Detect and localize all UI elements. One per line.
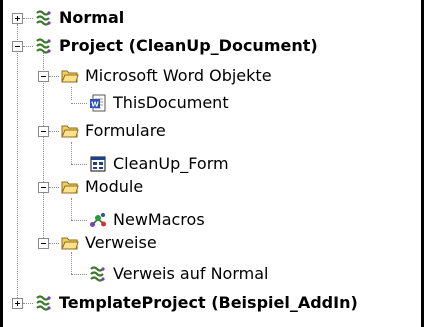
collapse-icon[interactable] <box>12 41 23 52</box>
tree-node-template-project[interactable]: TemplateProject (Beispiel_AddIn) <box>35 291 360 315</box>
word-document-icon: W <box>90 94 106 112</box>
reference-icon <box>90 266 105 282</box>
tree-node-label: Verweis auf Normal <box>113 264 269 283</box>
tree-folder-formulare[interactable]: Formulare <box>61 119 168 143</box>
tree-line <box>23 303 33 304</box>
tree-item-cleanup-form[interactable]: CleanUp_Form <box>89 152 231 176</box>
tree-item-newmacros[interactable]: NewMacros <box>89 208 207 232</box>
tree-item-verweis-auf-normal[interactable]: Verweis auf Normal <box>89 262 270 286</box>
expand-icon[interactable] <box>12 298 23 309</box>
vba-project-explorer: Normal Project (CleanUp_Document) Micros… <box>0 0 424 327</box>
collapse-icon[interactable] <box>38 71 49 82</box>
tree-line <box>71 198 72 220</box>
tree-node-normal[interactable]: Normal <box>35 6 126 30</box>
tree-line <box>71 164 87 165</box>
tree-node-label: Module <box>85 177 144 196</box>
tree-node-project[interactable]: Project (CleanUp_Document) <box>35 34 320 58</box>
tree-node-label: ThisDocument <box>113 93 229 112</box>
collapse-icon[interactable] <box>38 182 49 193</box>
tree-line <box>71 220 87 221</box>
tree-line <box>49 243 59 244</box>
open-folder-icon <box>61 181 79 194</box>
vba-project-icon <box>36 38 51 54</box>
tree-line <box>71 142 72 164</box>
tree-line <box>71 274 87 275</box>
tree-node-label: Verweise <box>85 233 157 252</box>
tree-line <box>17 24 18 300</box>
tree-item-thisdocument[interactable]: W ThisDocument <box>89 91 231 115</box>
tree-line <box>49 76 59 77</box>
collapse-icon[interactable] <box>38 126 49 137</box>
tree-line <box>23 18 33 19</box>
tree-line <box>71 103 87 104</box>
tree-node-label: Formulare <box>85 121 166 140</box>
tree-line <box>71 252 72 274</box>
tree-folder-word-objects[interactable]: Microsoft Word Objekte <box>61 64 274 88</box>
userform-icon <box>90 156 106 172</box>
vba-project-icon <box>36 295 51 311</box>
tree-node-label: CleanUp_Form <box>113 154 229 173</box>
collapse-icon[interactable] <box>38 238 49 249</box>
module-icon <box>90 213 106 227</box>
tree-line <box>49 131 59 132</box>
tree-folder-module[interactable]: Module <box>61 175 145 199</box>
tree-folder-verweise[interactable]: Verweise <box>61 231 159 255</box>
open-folder-icon <box>61 237 79 250</box>
tree-node-label: Project (CleanUp_Document) <box>59 36 318 55</box>
tree-node-label: Normal <box>59 8 125 27</box>
open-folder-icon <box>61 125 79 138</box>
vba-project-icon <box>36 10 51 26</box>
tree-line <box>23 46 33 47</box>
svg-text:W: W <box>91 101 99 109</box>
tree-line <box>71 87 72 100</box>
tree-node-label: Microsoft Word Objekte <box>85 66 272 85</box>
open-folder-icon <box>61 70 79 83</box>
tree-node-label: TemplateProject (Beispiel_AddIn) <box>59 293 358 312</box>
tree-node-label: NewMacros <box>113 210 205 229</box>
expand-icon[interactable] <box>12 13 23 24</box>
tree-line <box>49 187 59 188</box>
